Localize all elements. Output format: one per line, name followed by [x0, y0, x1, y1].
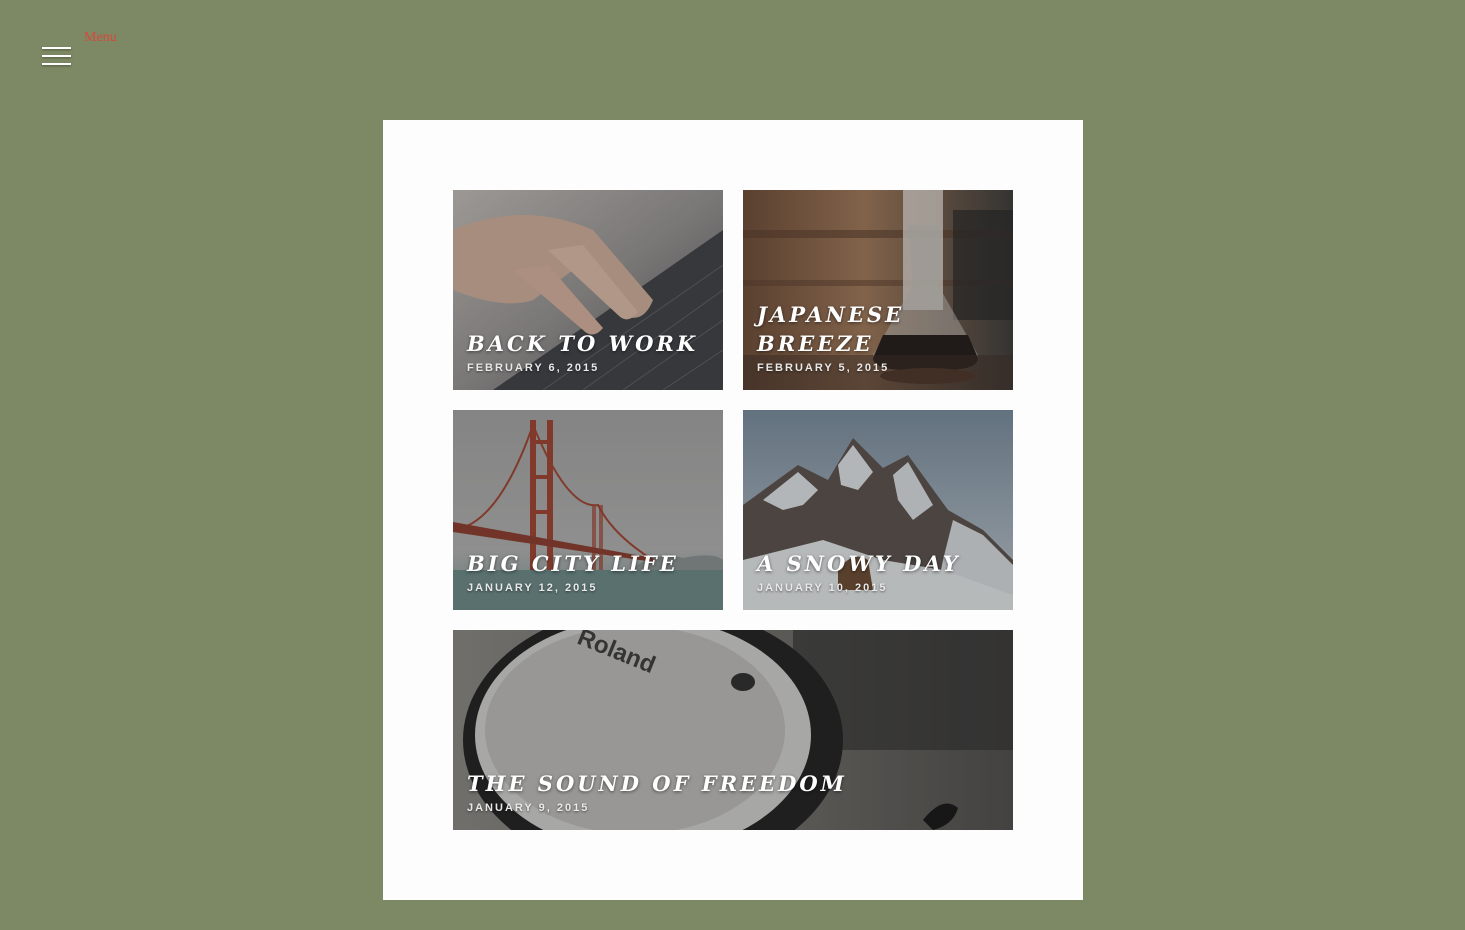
post-caption: Back to Work February 6, 2015: [467, 329, 713, 374]
post-card-japanese-breeze[interactable]: Japanese Breeze February 5, 2015: [743, 190, 1013, 390]
post-card-the-sound-of-freedom[interactable]: Roland The Sound of Freedom January 9, 2…: [453, 630, 1013, 830]
menu-label[interactable]: Menu: [84, 30, 117, 46]
post-title[interactable]: Japanese Breeze: [757, 300, 907, 358]
post-date: February 6, 2015: [467, 362, 600, 374]
post-title[interactable]: Back to Work: [467, 329, 713, 358]
hamburger-bar: [42, 55, 71, 57]
post-title[interactable]: The Sound of Freedom: [467, 769, 1003, 798]
post-caption: Big City Life January 12, 2015: [467, 549, 713, 594]
post-title[interactable]: A Snowy Day: [757, 549, 1003, 578]
hamburger-bar: [42, 63, 71, 65]
post-card-big-city-life[interactable]: Big City Life January 12, 2015: [453, 410, 723, 610]
post-title[interactable]: Big City Life: [467, 549, 713, 578]
hamburger-bar: [42, 47, 71, 49]
post-date: February 5, 2015: [757, 362, 890, 374]
hamburger-menu-icon[interactable]: [42, 46, 72, 68]
post-caption: The Sound of Freedom January 9, 2015: [467, 769, 1003, 814]
post-caption: Japanese Breeze February 5, 2015: [757, 300, 1003, 374]
post-date: January 9, 2015: [467, 802, 590, 814]
post-caption: A Snowy Day January 10, 2015: [757, 549, 1003, 594]
post-date: January 12, 2015: [467, 582, 598, 594]
post-card-back-to-work[interactable]: Back to Work February 6, 2015: [453, 190, 723, 390]
post-card-a-snowy-day[interactable]: A Snowy Day January 10, 2015: [743, 410, 1013, 610]
post-date: January 10, 2015: [757, 582, 888, 594]
